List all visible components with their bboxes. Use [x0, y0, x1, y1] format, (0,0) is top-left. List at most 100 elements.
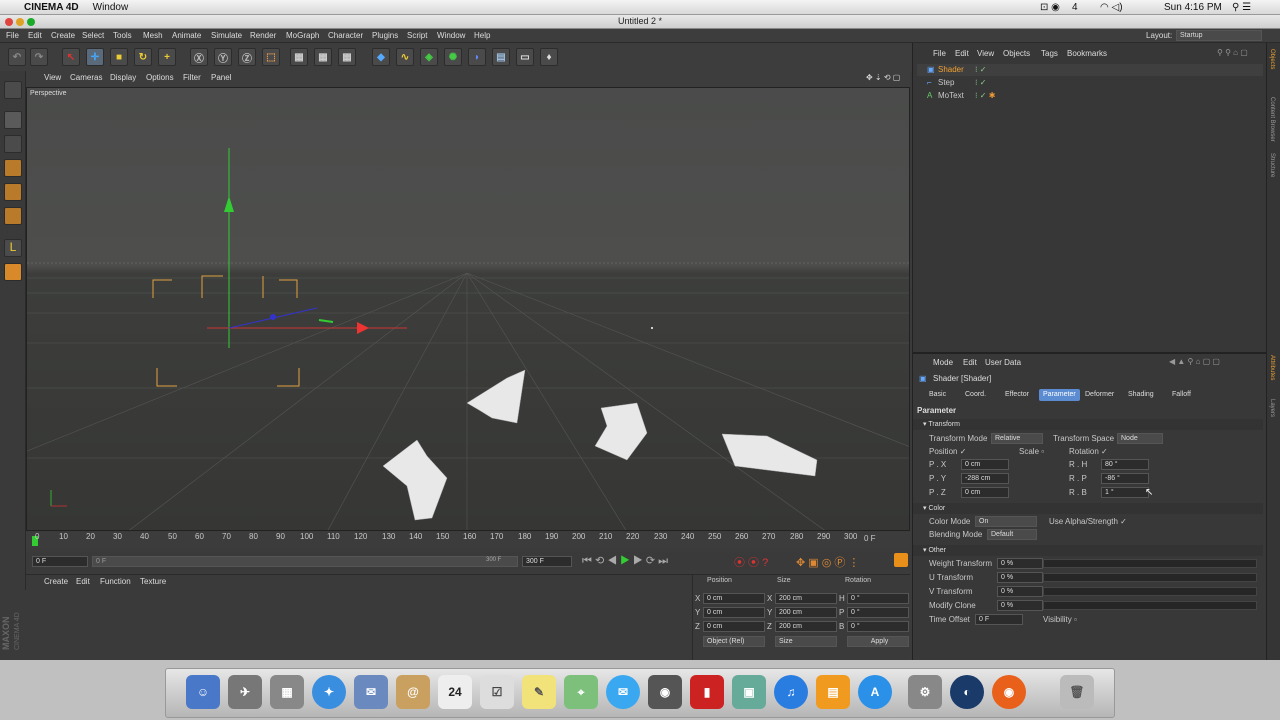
size-mode-select[interactable]: Size: [775, 636, 837, 647]
floor-icon[interactable]: ▤: [492, 48, 510, 66]
attr-menu-edit[interactable]: Edit: [963, 358, 977, 367]
spotlight-icon[interactable]: ⚲ ☰: [1232, 2, 1251, 13]
tab-shading[interactable]: Shading: [1124, 389, 1158, 401]
app-store-icon[interactable]: A: [858, 675, 892, 709]
keyframe-icons[interactable]: ✥ ▣ ◎ Ⓟ ⋮: [796, 554, 859, 570]
mat-menu-function[interactable]: Function: [100, 577, 131, 586]
tab-layers-vertical[interactable]: Layers: [1269, 399, 1275, 417]
tab-attributes-vertical[interactable]: Attributes: [1269, 355, 1275, 380]
points-mode-icon[interactable]: [4, 159, 22, 177]
apply-button[interactable]: Apply: [847, 636, 909, 647]
object-row-shader[interactable]: ▣ Shader ⁝ ✓: [917, 64, 1263, 76]
visibility-dots[interactable]: ⁝ ✓ ✱: [975, 91, 995, 100]
layout-select[interactable]: Startup: [1176, 30, 1262, 41]
obj-menu-tags[interactable]: Tags: [1041, 49, 1058, 58]
deformer-icon[interactable]: ◗: [468, 48, 486, 66]
menu-select[interactable]: Select: [82, 31, 104, 40]
mail-icon[interactable]: ✉: [354, 675, 388, 709]
menu-script[interactable]: Script: [407, 31, 427, 40]
app-menu[interactable]: CINEMA 4D: [24, 2, 79, 13]
attr-nav-icons[interactable]: ◀ ▲ ⚲ ⌂ ▢ ▢: [1169, 357, 1220, 366]
menu-character[interactable]: Character: [328, 31, 363, 40]
tab-falloff[interactable]: Falloff: [1168, 389, 1195, 401]
color-header[interactable]: ▾ Color: [913, 503, 1263, 514]
position-check[interactable]: Position ✓: [929, 447, 966, 456]
u-transform-slider[interactable]: [1043, 573, 1257, 582]
perspective-viewport[interactable]: Perspective: [26, 87, 910, 531]
redo-icon[interactable]: ↷: [30, 48, 48, 66]
system-preferences-icon[interactable]: ⚙: [908, 675, 942, 709]
transform-mode-select[interactable]: Relative: [991, 433, 1043, 444]
tab-effector[interactable]: Effector: [1001, 389, 1033, 401]
vp-menu-options[interactable]: Options: [146, 73, 174, 82]
transform-space-select[interactable]: Node: [1117, 433, 1163, 444]
play-icon[interactable]: ▶: [620, 555, 630, 567]
obj-menu-view[interactable]: View: [977, 49, 994, 58]
pos-z-field[interactable]: 0 cm: [703, 621, 765, 632]
menu-file[interactable]: File: [6, 31, 19, 40]
scale-tool-icon[interactable]: ■: [110, 48, 128, 66]
make-editable-icon[interactable]: [4, 81, 22, 99]
add-tool-icon[interactable]: +: [158, 48, 176, 66]
photo-booth-red-icon[interactable]: ▮: [690, 675, 724, 709]
cinema4d-dock-icon[interactable]: ◐: [950, 675, 984, 709]
finder-icon[interactable]: ☺: [186, 675, 220, 709]
iphoto-icon[interactable]: ▣: [732, 675, 766, 709]
wifi-icon[interactable]: ◠ ◁): [1100, 2, 1123, 13]
coord-mode-select[interactable]: Object (Rel): [703, 636, 765, 647]
v-transform-slider[interactable]: [1043, 587, 1257, 596]
obj-menu-bookmarks[interactable]: Bookmarks: [1067, 49, 1107, 58]
tab-structure-vertical[interactable]: Structure: [1269, 153, 1275, 177]
menu-animate[interactable]: Animate: [172, 31, 201, 40]
camera-icon[interactable]: ▭: [516, 48, 534, 66]
timeline-menu-icon[interactable]: [894, 553, 908, 567]
timeline-ruler[interactable]: 0 10 20 30 40 50 60 70 80 90 100 110 120…: [26, 532, 910, 548]
safari-icon[interactable]: ✦: [312, 675, 346, 709]
tab-basic[interactable]: Basic: [925, 389, 950, 401]
array-icon[interactable]: ✺: [444, 48, 462, 66]
x-axis-icon[interactable]: Ⓧ: [190, 48, 208, 66]
spline-pen-icon[interactable]: ∿: [396, 48, 414, 66]
transport-controls[interactable]: ⏮ ⟲ ◀ ▶ ▶ ⟳ ⏭: [582, 554, 668, 568]
color-mode-select[interactable]: On: [975, 516, 1037, 527]
vp-menu-view[interactable]: View: [44, 73, 61, 82]
y-axis-icon[interactable]: Ⓨ: [214, 48, 232, 66]
vp-menu-display[interactable]: Display: [110, 73, 136, 82]
itunes-icon[interactable]: ♫: [774, 675, 808, 709]
weight-transform-field[interactable]: 0 %: [997, 558, 1043, 569]
launchpad-icon[interactable]: ✈: [228, 675, 262, 709]
clock[interactable]: Sun 4:16 PM: [1164, 2, 1222, 13]
polygons-mode-icon[interactable]: [4, 207, 22, 225]
modify-clone-field[interactable]: 0 %: [997, 600, 1043, 611]
time-offset-field[interactable]: 0 F: [975, 614, 1023, 625]
axis-mode-icon[interactable]: L: [4, 239, 22, 257]
menu-plugins[interactable]: Plugins: [372, 31, 398, 40]
other-header[interactable]: ▾ Other: [913, 545, 1263, 556]
trash-icon[interactable]: 🗑: [1060, 675, 1094, 709]
menu-edit[interactable]: Edit: [28, 31, 42, 40]
menu-mesh[interactable]: Mesh: [143, 31, 163, 40]
menu-create[interactable]: Create: [51, 31, 75, 40]
object-row-step[interactable]: ⌐ Step ⁝ ✓: [917, 77, 1263, 89]
render-picture-viewer-icon[interactable]: ▦: [314, 48, 332, 66]
tab-coord[interactable]: Coord.: [961, 389, 990, 401]
menu-tools[interactable]: Tools: [113, 31, 132, 40]
obj-menu-file[interactable]: File: [933, 49, 946, 58]
snap-magnet-icon[interactable]: [4, 263, 22, 281]
menu-mograph[interactable]: MoGraph: [286, 31, 319, 40]
light-icon[interactable]: ♦: [540, 48, 558, 66]
frame-range-slider[interactable]: 0 F: [92, 556, 518, 567]
obj-search-icons[interactable]: ⚲ ⚲ ⌂ ▢: [1217, 48, 1248, 57]
object-name[interactable]: Step: [938, 78, 954, 87]
visibility-dots[interactable]: ⁝ ✓: [975, 65, 986, 74]
u-transform-field[interactable]: 0 %: [997, 572, 1043, 583]
mat-menu-create[interactable]: Create: [44, 577, 68, 586]
use-alpha-check[interactable]: Use Alpha/Strength ✓: [1049, 517, 1127, 526]
coordinate-system-icon[interactable]: ⬚: [262, 48, 280, 66]
scale-check[interactable]: Scale ▫: [1019, 447, 1044, 456]
weight-transform-slider[interactable]: [1043, 559, 1257, 568]
rot-h-field[interactable]: 0 °: [847, 593, 909, 604]
visibility-check[interactable]: Visibility ▫: [1043, 615, 1077, 624]
cube-icon[interactable]: ◆: [372, 48, 390, 66]
model-mode-icon[interactable]: [4, 111, 22, 129]
